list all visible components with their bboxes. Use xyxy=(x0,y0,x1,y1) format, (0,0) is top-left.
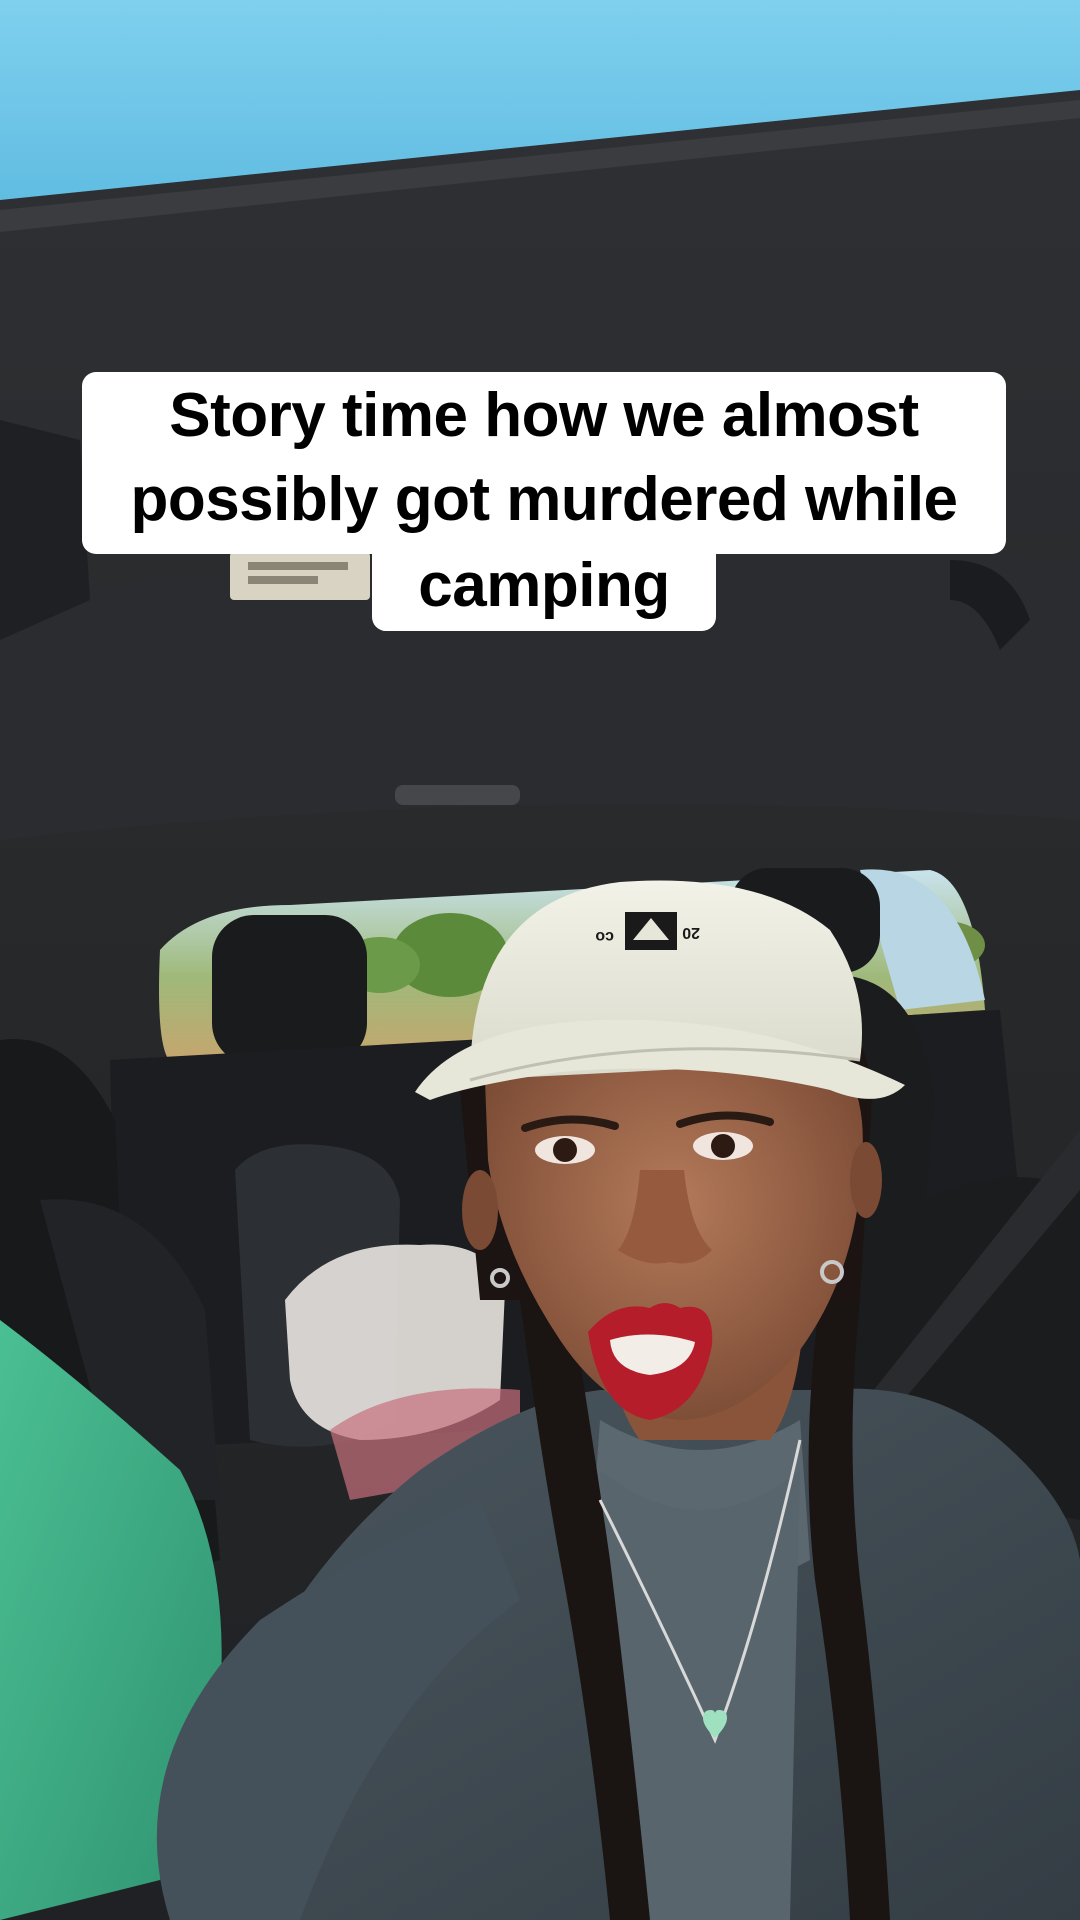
cap-logo-right-text: 20 xyxy=(682,924,700,941)
car-selfie-scene: co 20 xyxy=(0,0,1080,1920)
video-frame: co 20 Story time how we almost possibly … xyxy=(0,0,1080,1920)
cap-logo-left-text: co xyxy=(595,928,614,945)
dome-light xyxy=(395,785,520,805)
rear-headrest-left xyxy=(212,915,367,1065)
